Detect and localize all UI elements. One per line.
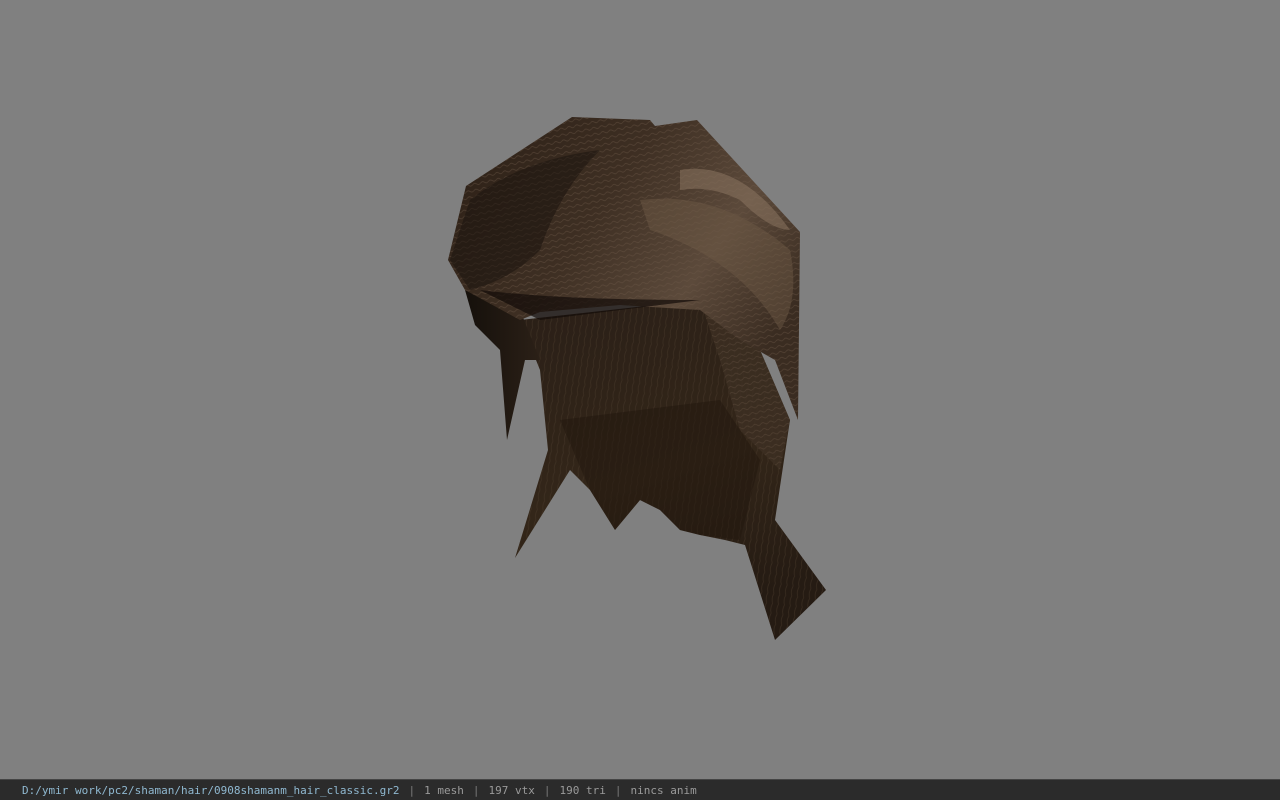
status-separator: | (408, 783, 416, 797)
file-path-label: D:/ymir work/pc2/shaman/hair/0908shamanm… (22, 783, 400, 797)
animation-status-label: nincs anim (630, 783, 697, 797)
status-separator: | (472, 783, 480, 797)
mesh-count-label: 1 mesh (424, 783, 464, 797)
hair-model-render (448, 117, 826, 640)
status-bar: D:/ymir work/pc2/shaman/hair/0908shamanm… (0, 779, 1280, 800)
status-separator: | (614, 783, 622, 797)
triangle-count-label: 190 tri (559, 783, 606, 797)
3d-viewport[interactable] (0, 0, 1280, 779)
status-separator: | (543, 783, 551, 797)
vertex-count-label: 197 vtx (488, 783, 535, 797)
